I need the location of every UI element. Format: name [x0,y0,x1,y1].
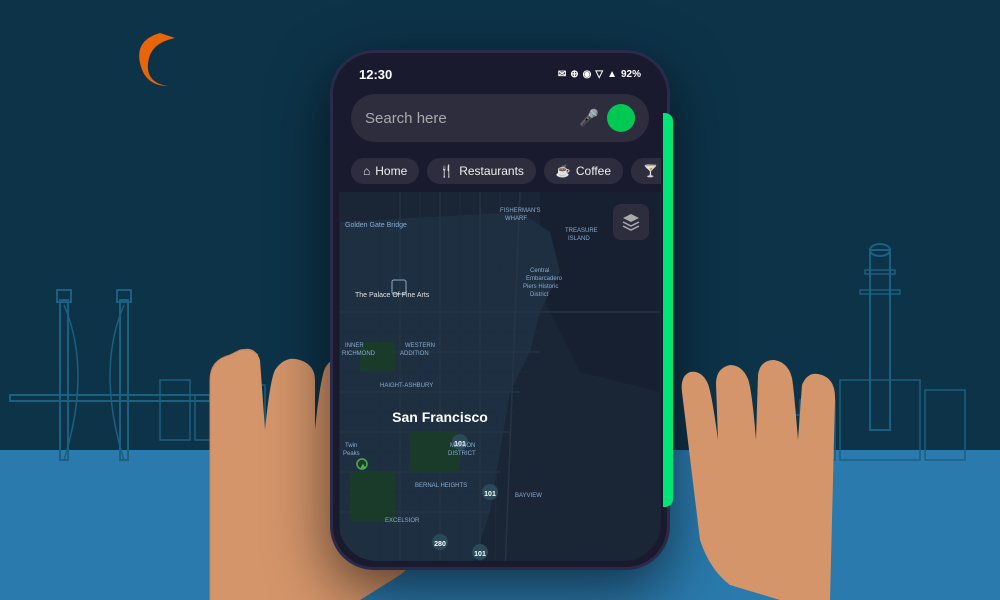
chip-coffee[interactable]: ☕ Coffee [544,158,623,184]
status-bar: 12:30 ✉ ⊕ ◉ ▽ ▲ 92% [339,59,661,86]
google-dot [607,104,635,132]
chip-restaurants-label: Restaurants [459,164,524,178]
map-view[interactable]: 101 101 280 101 Golden Gate Bridge FISHE… [339,192,661,561]
svg-text:Peaks: Peaks [343,451,360,457]
search-placeholder: Search here [365,110,571,127]
svg-text:ADDITION: ADDITION [400,351,429,357]
search-bar[interactable]: Search here 🎤 [351,94,649,142]
chip-coffee-label: Coffee [576,164,611,178]
location-icon: ⊕ [570,69,578,80]
vpn-icon: ◉ [583,69,592,80]
svg-text:EXCELSIOR: EXCELSIOR [385,518,420,524]
category-chips: ⌂ Home 🍴 Restaurants ☕ Coffee 🍸 B [339,150,661,192]
chip-home-label: Home [375,164,407,178]
right-hand [680,280,880,600]
svg-text:Golden Gate Bridge: Golden Gate Bridge [345,222,407,229]
status-icons: ✉ ⊕ ◉ ▽ ▲ 92% [558,69,641,80]
restaurant-icon: 🍴 [439,164,454,178]
svg-text:HAIGHT-ASHBURY: HAIGHT-ASHBURY [380,383,433,389]
svg-text:101: 101 [484,491,496,498]
microphone-icon[interactable]: 🎤 [579,108,599,128]
layers-button[interactable] [613,204,649,240]
svg-text:TREASURE: TREASURE [565,228,598,234]
svg-text:▲: ▲ [359,461,367,470]
map-svg: 101 101 280 101 Golden Gate Bridge FISHE… [339,192,661,561]
coffee-icon: ☕ [556,164,571,178]
chip-bars[interactable]: 🍸 B [631,158,661,184]
svg-text:Twin: Twin [345,443,357,449]
svg-text:WHARF: WHARF [505,216,527,222]
svg-text:101: 101 [474,551,486,558]
phone: 12:30 ✉ ⊕ ◉ ▽ ▲ 92% Search here 🎤 [330,50,670,570]
signal-icon: ▲ [607,69,617,80]
svg-text:Central: Central [530,268,549,274]
phone-frame: 12:30 ✉ ⊕ ◉ ▽ ▲ 92% Search here 🎤 [330,50,670,570]
layers-icon [621,212,641,232]
svg-text:FISHERMAN'S: FISHERMAN'S [500,208,540,214]
mail-icon: ✉ [558,69,566,80]
battery-text: 92% [621,69,641,80]
moon-icon [130,28,195,93]
svg-text:ISLAND: ISLAND [568,236,590,242]
svg-text:BAYVIEW: BAYVIEW [515,493,542,499]
svg-text:Piers Historic: Piers Historic [523,284,558,290]
phone-screen: 12:30 ✉ ⊕ ◉ ▽ ▲ 92% Search here 🎤 [339,59,661,561]
svg-text:RICHMOND: RICHMOND [342,351,376,357]
svg-text:INNER: INNER [345,343,364,349]
chip-home[interactable]: ⌂ Home [351,158,419,184]
search-area: Search here 🎤 [339,86,661,150]
wifi-icon: ▽ [595,69,603,80]
svg-text:The Palace Of Fine Arts: The Palace Of Fine Arts [355,292,430,299]
svg-text:MISSION: MISSION [450,443,475,449]
phone-accent [663,113,673,507]
bars-icon: 🍸 [643,164,658,178]
status-time: 12:30 [359,67,392,82]
svg-text:BERNAL HEIGHTS: BERNAL HEIGHTS [415,483,467,489]
svg-text:San Francisco: San Francisco [392,409,488,425]
home-icon: ⌂ [363,164,370,178]
svg-text:280: 280 [434,541,446,548]
svg-text:DISTRICT: DISTRICT [448,451,476,457]
svg-text:Embarcadero: Embarcadero [526,276,563,282]
svg-text:District: District [530,292,549,298]
svg-text:WESTERN: WESTERN [405,343,435,349]
chip-restaurants[interactable]: 🍴 Restaurants [427,158,536,184]
